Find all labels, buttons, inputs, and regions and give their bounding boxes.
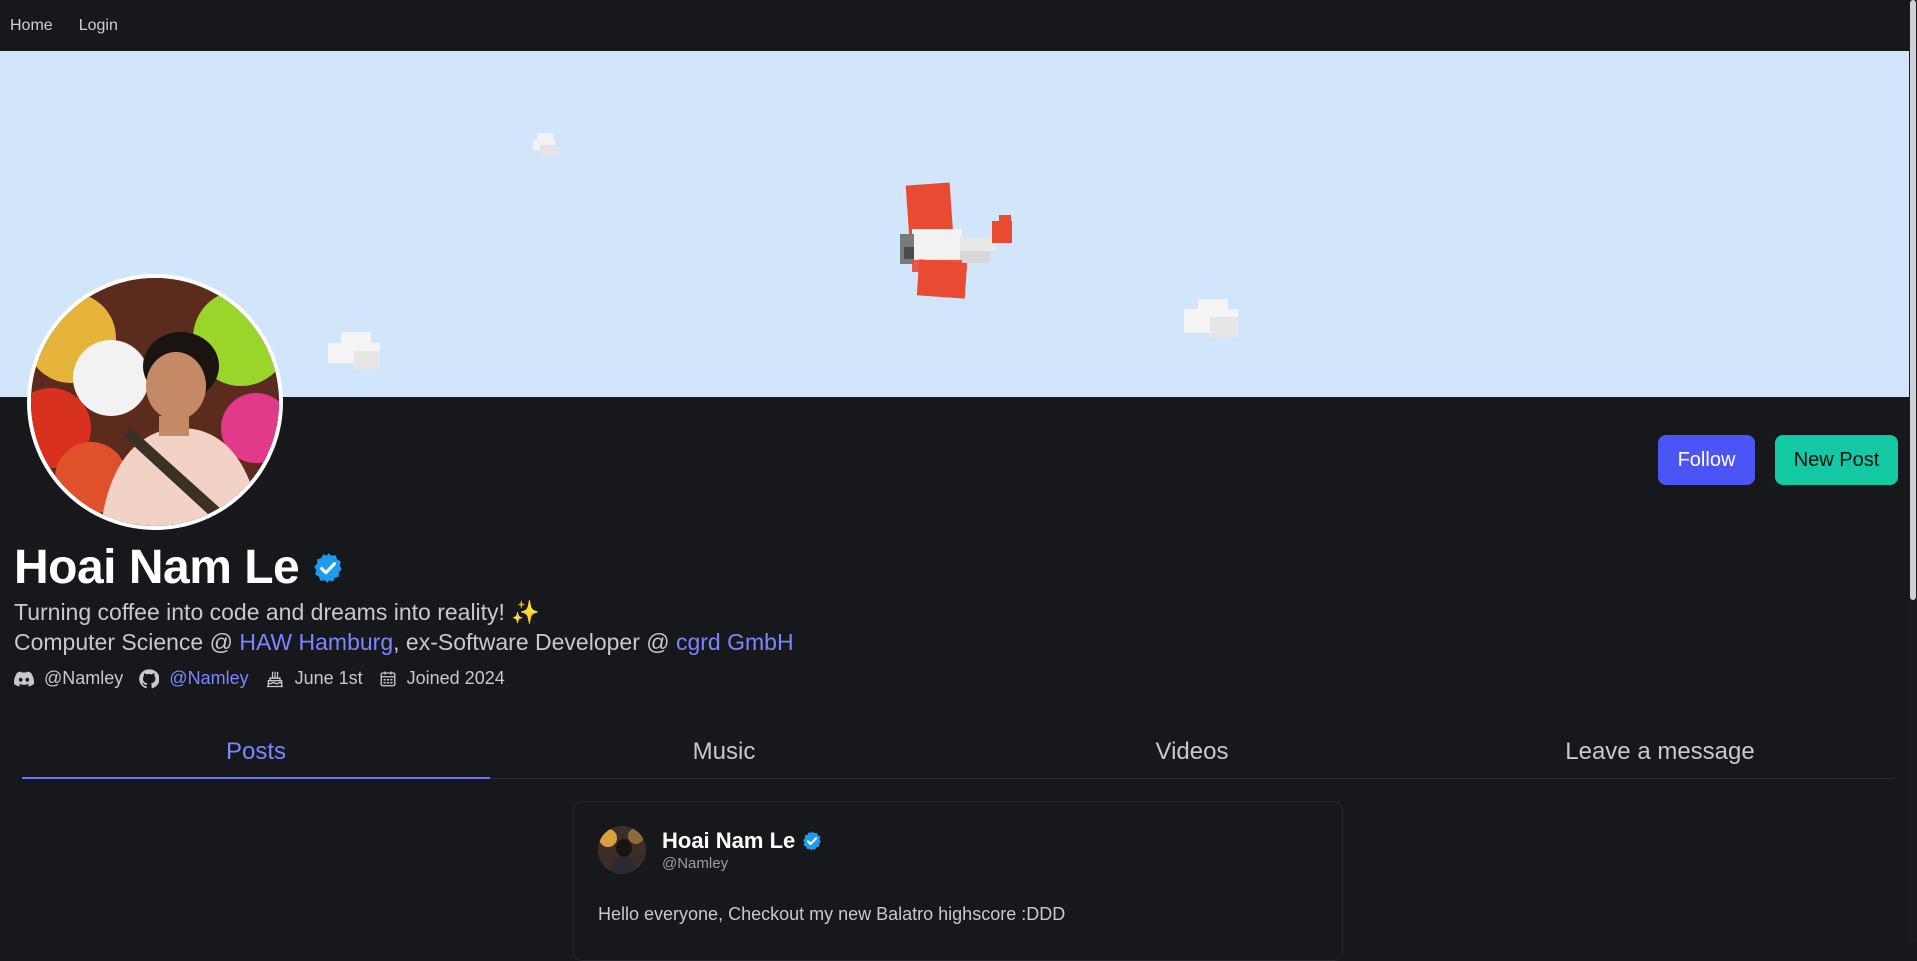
bio-education-prefix: Computer Science @ bbox=[14, 629, 240, 655]
verified-badge-icon bbox=[801, 830, 823, 852]
tab-videos[interactable]: Videos bbox=[958, 725, 1426, 778]
avatar-photo bbox=[31, 278, 279, 526]
cloud-right bbox=[1184, 299, 1238, 337]
cloud-left bbox=[328, 332, 380, 369]
scrollbar-thumb[interactable] bbox=[1910, 0, 1916, 600]
bio-line-2: Computer Science @ HAW Hamburg, ex-Softw… bbox=[14, 627, 794, 657]
post-author-row: Hoai Nam Le bbox=[662, 828, 823, 854]
tab-posts[interactable]: Posts bbox=[22, 725, 490, 779]
airplane bbox=[900, 182, 1012, 299]
nav-home-link[interactable]: Home bbox=[10, 17, 53, 35]
birthday-text: June 1st bbox=[294, 668, 363, 688]
profile-meta: @Namley @Namley June 1st Joined 2024 bbox=[14, 668, 521, 689]
tab-leave-a-message[interactable]: Leave a message bbox=[1426, 725, 1894, 778]
tab-music[interactable]: Music bbox=[490, 725, 958, 778]
github-link[interactable]: @Namley bbox=[169, 668, 248, 689]
verified-badge-icon bbox=[311, 551, 345, 585]
post-card[interactable]: Hoai Nam Le @Namley Hello everyone, Chec… bbox=[573, 801, 1343, 961]
joined-item: Joined 2024 bbox=[379, 668, 505, 689]
profile-name-row: Hoai Nam Le bbox=[14, 540, 345, 595]
cgrd-link[interactable]: cgrd GmbH bbox=[676, 629, 794, 655]
discord-handle: @Namley bbox=[44, 668, 124, 688]
bio-job-text: , ex-Software Developer @ bbox=[393, 629, 676, 655]
haw-hamburg-link[interactable]: HAW Hamburg bbox=[239, 629, 393, 655]
profile-tabs: Posts Music Videos Leave a message bbox=[22, 725, 1894, 779]
birthday-item: June 1st bbox=[265, 668, 363, 689]
profile-avatar bbox=[27, 274, 283, 530]
cake-icon bbox=[266, 671, 283, 687]
post-author-name[interactable]: Hoai Nam Le bbox=[662, 828, 795, 854]
bio-tagline: Turning coffee into code and dreams into… bbox=[14, 599, 505, 625]
page-scrollbar[interactable] bbox=[1909, 0, 1917, 943]
post-avatar-photo bbox=[598, 826, 646, 874]
follow-button[interactable]: Follow bbox=[1658, 435, 1755, 485]
post-author-handle: @Namley bbox=[662, 855, 729, 872]
profile-bio: Turning coffee into code and dreams into… bbox=[14, 597, 794, 657]
github-icon bbox=[139, 668, 160, 688]
cloud-small bbox=[533, 133, 558, 155]
joined-text: Joined 2024 bbox=[406, 668, 505, 688]
discord-icon bbox=[14, 671, 34, 686]
top-nav: Home Login bbox=[0, 0, 1917, 51]
profile-name: Hoai Nam Le bbox=[14, 541, 300, 594]
github-item: @Namley bbox=[139, 668, 249, 689]
new-post-button[interactable]: New Post bbox=[1775, 435, 1898, 485]
calendar-icon bbox=[380, 671, 396, 686]
bio-line-1: Turning coffee into code and dreams into… bbox=[14, 597, 794, 627]
discord-item: @Namley bbox=[14, 668, 123, 689]
nav-login-link[interactable]: Login bbox=[79, 17, 118, 35]
post-text: Hello everyone, Checkout my new Balatro … bbox=[598, 904, 1066, 924]
post-author-avatar[interactable] bbox=[598, 826, 646, 874]
banner-illustration bbox=[328, 133, 1238, 369]
profile-banner bbox=[0, 51, 1917, 397]
sparkle-emoji: ✨ bbox=[511, 599, 540, 625]
